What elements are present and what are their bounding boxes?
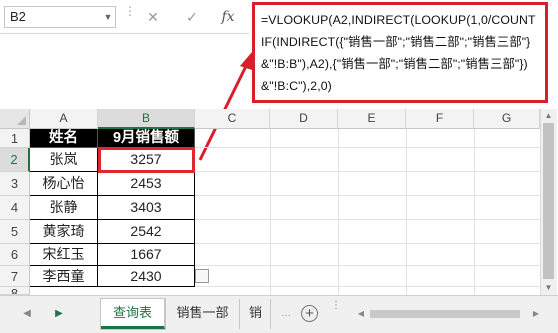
scroll-up-icon[interactable]: ▲ [540, 110, 557, 122]
column-header-f[interactable]: F [406, 109, 474, 129]
name-cell[interactable]: 黄家琦 [30, 220, 98, 244]
add-sheet-button[interactable]: + [301, 305, 318, 322]
vertical-scroll-thumb[interactable] [543, 123, 554, 279]
column-header-e[interactable]: E [338, 109, 406, 129]
confirm-icon[interactable]: ✓ [181, 6, 203, 28]
name-cell[interactable]: 张岚 [30, 148, 98, 172]
name-cell[interactable]: 宋红玉 [30, 244, 98, 266]
paste-options-icon[interactable] [195, 269, 209, 283]
row-header-5[interactable]: 5 [0, 220, 30, 244]
formula-input[interactable]: =VLOOKUP(A2,INDIRECT(LOOKUP(1,0/COUNTIF(… [252, 2, 548, 103]
sales-cell[interactable]: 2430 [98, 266, 195, 287]
gridline [338, 129, 339, 295]
gridline [406, 129, 407, 295]
name-cell[interactable]: 张静 [30, 196, 98, 220]
header-cell-sales[interactable]: 9月销售额 [98, 129, 195, 148]
name-cell[interactable]: 李西童 [30, 266, 98, 287]
sales-cell[interactable]: 2542 [98, 220, 195, 244]
scroll-down-icon[interactable]: ▼ [540, 282, 557, 294]
column-header-a[interactable]: A [30, 109, 98, 129]
column-header-b[interactable]: B [98, 109, 195, 129]
sheet-tab-query[interactable]: 查询表 [101, 299, 165, 329]
row-header-6[interactable]: 6 [0, 244, 30, 266]
horizontal-scroll-thumb[interactable] [370, 310, 520, 318]
select-all-triangle-icon [17, 116, 26, 125]
gridline [474, 129, 475, 295]
tab-more-icon[interactable]: … [279, 307, 293, 321]
sheet-tab-sales-2[interactable]: 销 [241, 299, 271, 329]
name-cell[interactable]: 杨心怡 [30, 172, 98, 196]
gridline [270, 129, 271, 295]
formula-bar-divider [0, 33, 249, 34]
column-header-g[interactable]: G [474, 109, 540, 129]
name-box-dropdown-icon[interactable]: ▼ [100, 6, 116, 28]
tab-scroll-right-icon[interactable]: ▶ [52, 307, 66, 321]
tab-scroll-left-icon[interactable]: ◀ [20, 307, 34, 321]
row-header-3[interactable]: 3 [0, 172, 30, 196]
column-header-d[interactable]: D [270, 109, 338, 129]
column-header-c[interactable]: C [195, 109, 270, 129]
sheet-tab-sales-1[interactable]: 销售一部 [166, 299, 240, 329]
name-box-value: B2 [10, 9, 26, 24]
hscroll-right-icon[interactable]: ▶ [530, 308, 542, 320]
row-header-2[interactable]: 2 [0, 148, 30, 172]
row-header-1[interactable]: 1 [0, 129, 30, 148]
header-cell-name[interactable]: 姓名 [30, 129, 98, 148]
sales-cell[interactable]: 3403 [98, 196, 195, 220]
hscroll-left-icon[interactable]: ◀ [355, 308, 367, 320]
formula-bar-grip-icon[interactable]: ⋮ [124, 5, 136, 26]
formula-text: =VLOOKUP(A2,INDIRECT(LOOKUP(1,0/COUNTIF(… [261, 13, 536, 93]
sales-cell[interactable]: 1667 [98, 244, 195, 266]
selected-cell-highlight [98, 147, 195, 173]
row-header-7[interactable]: 7 [0, 266, 30, 287]
row-header-4[interactable]: 4 [0, 196, 30, 220]
tab-split-handle-icon[interactable]: ⋮ [328, 301, 344, 326]
row-header-8[interactable]: 8 [0, 287, 30, 295]
sales-cell[interactable]: 2453 [98, 172, 195, 196]
insert-function-button[interactable]: fx [217, 6, 239, 28]
cancel-icon[interactable]: ✕ [142, 6, 164, 28]
